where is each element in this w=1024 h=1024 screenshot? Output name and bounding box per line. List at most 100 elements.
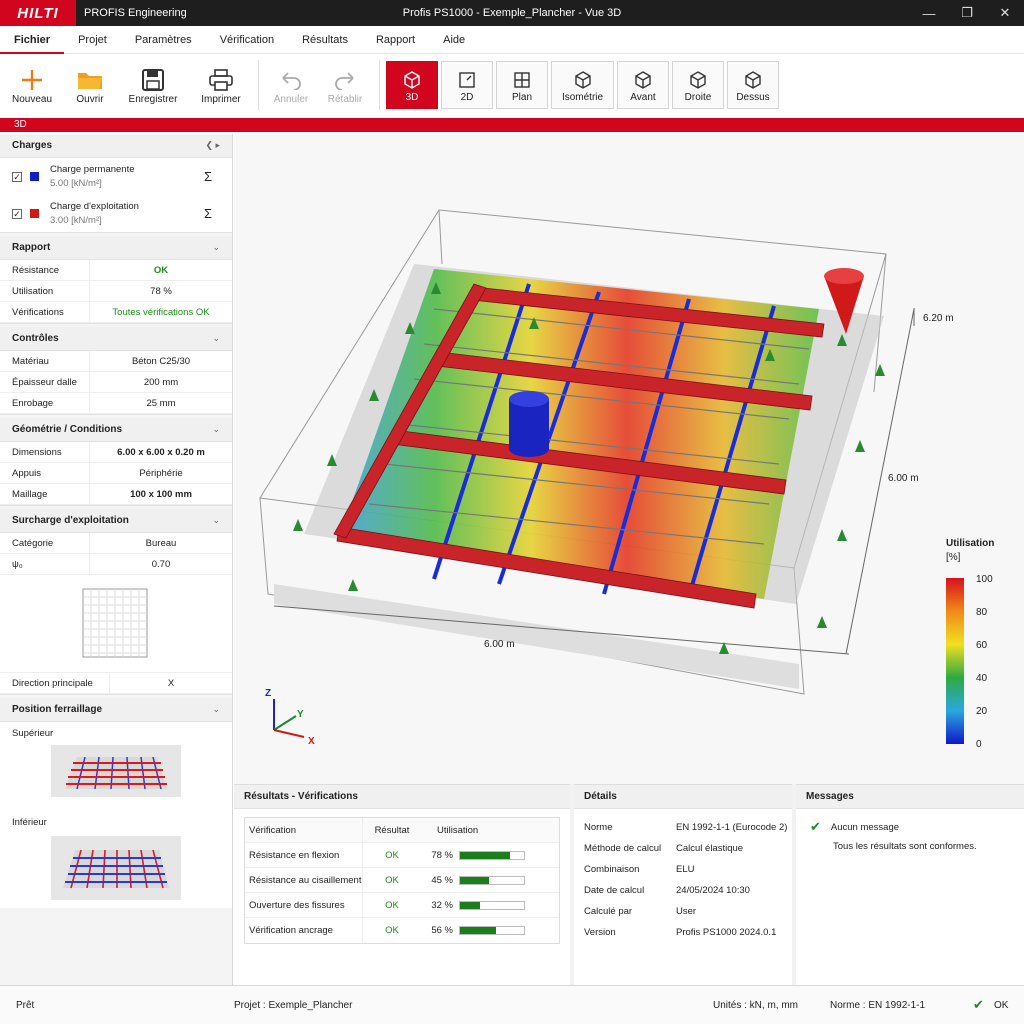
menu-aide[interactable]: Aide [429, 26, 479, 54]
table-row[interactable]: Ouverture des fissures OK 32 % [245, 892, 559, 918]
chevron-down-icon[interactable]: ⌄ [212, 242, 220, 253]
redo-button[interactable]: Rétablir [317, 58, 373, 112]
folder-icon [77, 66, 103, 94]
message-line: ✔ Aucun message [796, 809, 1024, 835]
view-droite-button[interactable]: Droite [672, 61, 724, 109]
chevron-down-icon[interactable]: ⌄ [212, 515, 220, 526]
table-row[interactable]: Vérification ancrage OK 56 % [245, 918, 559, 943]
table-header: Vérification [245, 817, 363, 843]
controles-header[interactable]: Contrôles ⌄ [0, 327, 232, 351]
row-value: Bureau [145, 537, 177, 549]
legend-tick: 0 [976, 739, 982, 750]
sigma-icon[interactable]: Σ [204, 169, 212, 184]
minimize-icon[interactable]: — [910, 0, 948, 26]
load-unit: [kN/m²] [71, 214, 102, 226]
slab-3d-model[interactable]: 6.00 m 6.00 m 6.20 m Z Y X Utilisation [… [234, 134, 1024, 784]
util-progress-fill [460, 851, 510, 859]
load-name: Charge permanente [50, 163, 135, 175]
controles-row: Enrobage 25 mm [0, 392, 232, 414]
cube-icon [574, 68, 592, 92]
check-status: OK [385, 849, 399, 861]
row-value: 200 mm [143, 376, 179, 388]
load-unit: [kN/m²] [71, 177, 102, 189]
legend-tick: 20 [976, 706, 988, 717]
row-value: 25 mm [146, 397, 176, 409]
rebar-top-preview[interactable] [0, 739, 232, 803]
undo-button[interactable]: Annuler [265, 58, 317, 112]
restore-icon[interactable]: ❐ [948, 0, 986, 26]
load-grid-icon [82, 588, 148, 657]
view-plan-label: Plan [511, 91, 532, 103]
detail-key: Date de calcul [584, 885, 645, 896]
collapse-arrows-icon[interactable]: ❮ ▸ [205, 140, 220, 151]
detail-value: 24/05/2024 10:30 [676, 885, 750, 896]
new-button-label: Nouveau [11, 93, 53, 105]
util-progress-bar [459, 900, 525, 910]
chevron-down-icon[interactable]: ⌄ [212, 333, 220, 344]
detail-key: Méthode de calcul [584, 843, 662, 854]
rebar-bottom-preview[interactable] [0, 828, 232, 908]
open-button[interactable]: Ouvrir [64, 58, 116, 112]
view-2d-button[interactable]: 2D [441, 61, 493, 109]
menu-projet[interactable]: Projet [64, 26, 121, 54]
charges-header[interactable]: Charges ❮ ▸ [0, 134, 232, 158]
chevron-down-icon[interactable]: ⌄ [212, 704, 220, 715]
check-name: Vérification ancrage [245, 918, 363, 943]
menu-parametres[interactable]: Paramètres [121, 26, 206, 54]
row-key: Enrobage [0, 392, 90, 414]
3d-viewport[interactable]: 6.00 m 6.00 m 6.20 m Z Y X Utilisation [… [234, 134, 1024, 784]
cube-top-icon [744, 68, 762, 92]
menu-fichier[interactable]: Fichier [0, 26, 65, 54]
legend-unit: [%] [946, 552, 961, 563]
table-row[interactable]: Résistance en flexion OK 78 % [245, 842, 559, 868]
close-icon[interactable]: ✕ [986, 0, 1024, 26]
results-table: Vérification Résultat Utilisation Résist… [244, 817, 560, 944]
redo-button-label: Rétablir [327, 93, 363, 105]
chevron-down-icon[interactable]: ⌄ [212, 424, 220, 435]
legend-tick: 60 [976, 640, 988, 651]
view-3d-button[interactable]: 3D [386, 61, 438, 109]
check-name: Ouverture des fissures [245, 892, 363, 918]
load-checkbox[interactable]: ✓ [12, 208, 22, 219]
status-norm: Norme : EN 1992-1-1 [830, 1000, 926, 1011]
geometrie-header[interactable]: Géométrie / Conditions ⌄ [0, 418, 232, 442]
color-swatch-icon [30, 209, 39, 218]
status-ready: Prêt [16, 1000, 35, 1011]
load-value: 5.00 [50, 177, 69, 189]
view-dessus-button[interactable]: Dessus [727, 61, 779, 109]
title-bar: HILTI PROFIS Engineering Profis PS1000 -… [0, 0, 1024, 26]
row-key: Épaisseur dalle [0, 371, 90, 393]
util-progress-bar [459, 850, 525, 860]
view-isometrie-button[interactable]: Isométrie [551, 61, 614, 109]
detail-value: User [676, 906, 697, 917]
details-panel: Détails Norme EN 1992-1-1 (Eurocode 2) Mé… [574, 784, 792, 985]
charges-title: Charges [12, 140, 53, 151]
rapport-header[interactable]: Rapport ⌄ [0, 236, 232, 260]
direction-row: Direction principale X [0, 672, 232, 694]
ferraillage-header[interactable]: Position ferraillage ⌄ [0, 698, 232, 722]
row-value: X [167, 677, 175, 689]
table-row[interactable]: Résistance au cisaillement OK 45 % [245, 867, 559, 893]
menu-verification[interactable]: Vérification [206, 26, 288, 54]
util-progress-fill [460, 901, 481, 909]
menu-resultats[interactable]: Résultats [288, 26, 362, 54]
check-util: 56 % [431, 925, 453, 936]
view-avant-button[interactable]: Avant [617, 61, 669, 109]
row-key: Maillage [0, 483, 90, 505]
sigma-icon[interactable]: Σ [204, 206, 212, 221]
load-checkbox[interactable]: ✓ [12, 171, 22, 182]
column-blue [509, 391, 549, 457]
view-plan-button[interactable]: Plan [496, 61, 548, 109]
surcharge-row: ψ₀ 0.70 [0, 553, 232, 575]
rapport-row: Résistance OK [0, 259, 232, 281]
load-item-exploitation: ✓ Charge d'exploitation 3.00 [kN/m²] Σ [0, 195, 232, 232]
surcharge-header[interactable]: Surcharge d'exploitation ⌄ [0, 509, 232, 533]
save-button[interactable]: Enregistrer [116, 58, 190, 112]
menu-rapport[interactable]: Rapport [362, 26, 429, 54]
new-button[interactable]: Nouveau [0, 58, 64, 112]
print-button[interactable]: Imprimer [190, 58, 252, 112]
view-2d-label: 2D [460, 91, 474, 103]
row-key: ψ₀ [0, 553, 90, 575]
load-item-permanente: ✓ Charge permanente 5.00 [kN/m²] Σ [0, 158, 232, 195]
detail-value: EN 1992-1-1 (Eurocode 2) [676, 822, 788, 833]
